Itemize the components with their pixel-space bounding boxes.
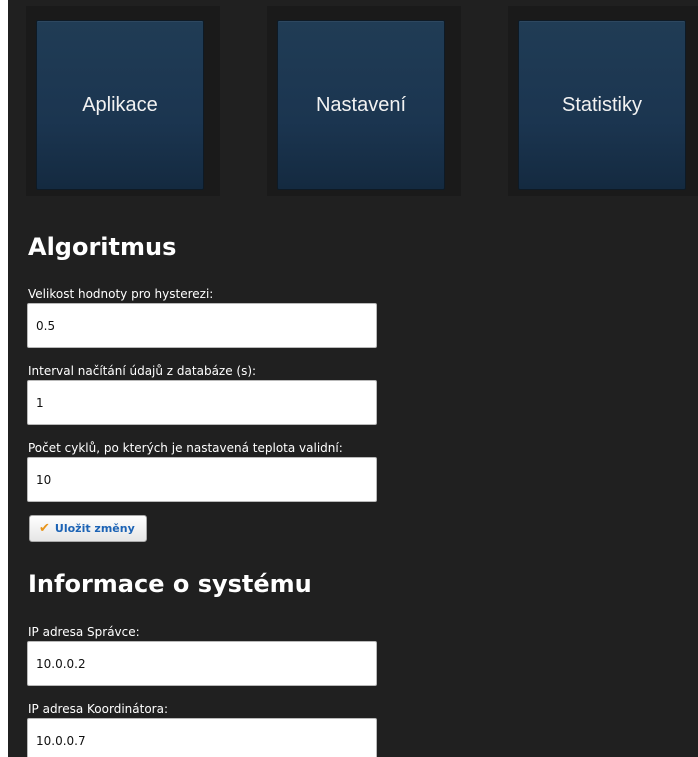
algorithm-heading: Algoritmus [28, 233, 177, 261]
tile-statistiky-wrap: Statistiky [508, 6, 698, 196]
db-interval-label: Interval načítání údajů z databáze (s): [28, 364, 257, 378]
valid-cycles-input[interactable] [27, 457, 377, 502]
valid-cycles-label: Počet cyklů, po kterých je nastavená tep… [28, 441, 343, 455]
coordinator-ip-label: IP adresa Koordinátora: [28, 702, 168, 716]
hysteresis-input[interactable] [27, 303, 377, 348]
save-button[interactable]: ✔ Uložit změny [29, 515, 147, 542]
check-icon: ✔ [39, 521, 50, 536]
admin-ip-label: IP adresa Správce: [28, 625, 140, 639]
tile-aplikace[interactable]: Aplikace [36, 20, 204, 190]
coordinator-ip-input[interactable] [27, 718, 377, 757]
tile-statistiky[interactable]: Statistiky [518, 20, 686, 190]
admin-ip-input[interactable] [27, 641, 377, 686]
hysteresis-label: Velikost hodnoty pro hysterezi: [28, 287, 214, 301]
system-info-heading: Informace o systému [28, 570, 312, 598]
db-interval-input[interactable] [27, 380, 377, 425]
save-button-label: Uložit změny [54, 522, 135, 535]
tile-nastaveni-wrap: Nastavení [267, 6, 461, 196]
tile-nastaveni[interactable]: Nastavení [277, 20, 445, 190]
tile-aplikace-wrap: Aplikace [26, 6, 220, 196]
app-container: Aplikace Nastavení Statistiky Algoritmus… [8, 0, 698, 757]
